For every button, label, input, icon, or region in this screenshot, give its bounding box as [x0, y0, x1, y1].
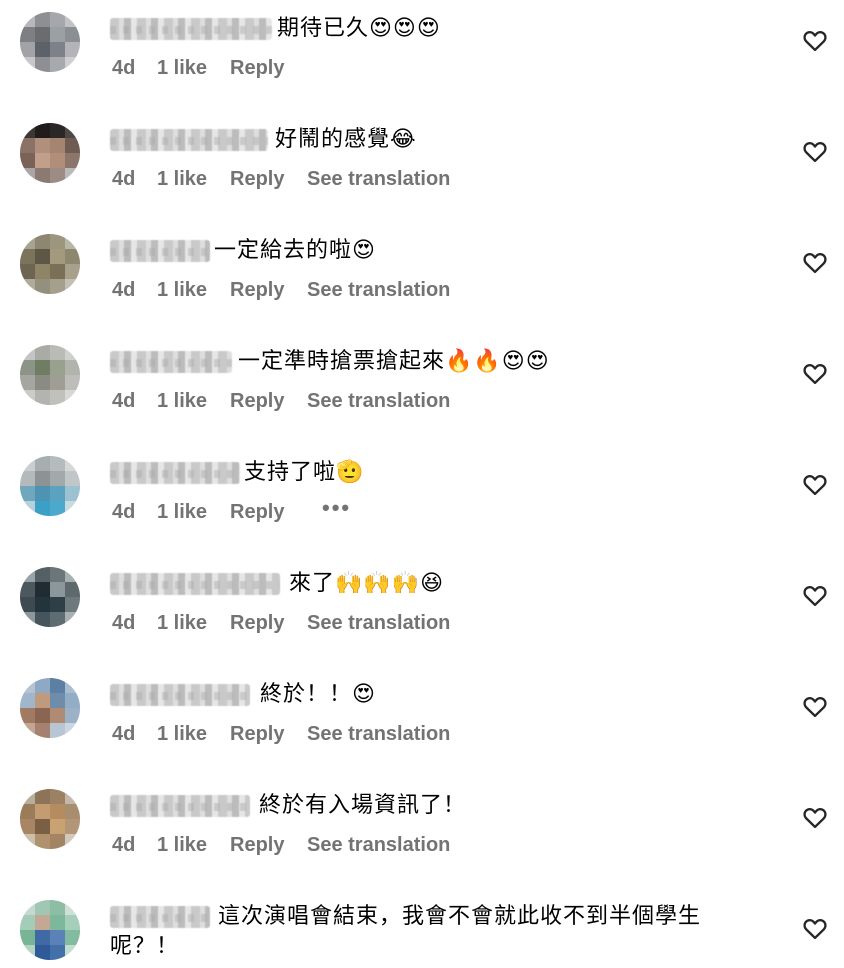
heart-outline-icon	[803, 252, 827, 274]
comments-list: 期待已久😍😍😍 4d 1 like Reply 好鬧的感覺😂 4d 1 like…	[0, 0, 844, 968]
username-redacted[interactable]	[110, 18, 272, 40]
avatar[interactable]	[20, 123, 80, 183]
username-redacted[interactable]	[110, 129, 268, 151]
username-redacted[interactable]	[110, 573, 280, 595]
comment-time: 4d	[112, 501, 136, 523]
likes-count[interactable]: 1 like	[157, 501, 207, 524]
likes-count[interactable]: 1 like	[157, 834, 207, 857]
comment-text: 終於！！😍	[260, 682, 376, 707]
heart-outline-icon	[803, 141, 827, 163]
reply-button[interactable]: Reply	[230, 390, 284, 413]
comment-text: 期待已久😍😍😍	[277, 16, 441, 41]
heart-outline-icon	[803, 807, 827, 829]
comment-time: 4d	[112, 168, 136, 190]
comment-text: 支持了啦🫡	[244, 460, 365, 485]
avatar[interactable]	[20, 678, 80, 738]
comment-time: 4d	[112, 57, 136, 79]
avatar[interactable]	[20, 12, 80, 72]
more-options-icon[interactable]: •••	[322, 495, 351, 521]
username-redacted[interactable]	[110, 240, 210, 262]
heart-outline-icon	[803, 474, 827, 496]
comment-text: 來了🙌🙌🙌😆	[289, 571, 445, 596]
reply-button[interactable]: Reply	[230, 168, 284, 191]
avatar[interactable]	[20, 345, 80, 405]
reply-button[interactable]: Reply	[230, 612, 284, 635]
avatar[interactable]	[20, 789, 80, 849]
see-translation-button[interactable]: See translation	[307, 168, 450, 191]
comment-item: 這次演唱會結束，我會不會就此收不到半個學生呢？！	[0, 888, 844, 968]
avatar[interactable]	[20, 456, 80, 516]
see-translation-button[interactable]: See translation	[307, 834, 450, 857]
comment-item: 支持了啦🫡 4d 1 like Reply •••	[0, 444, 844, 555]
avatar[interactable]	[20, 567, 80, 627]
avatar[interactable]	[20, 900, 80, 960]
see-translation-button[interactable]: See translation	[307, 723, 450, 746]
reply-button[interactable]: Reply	[230, 723, 284, 746]
reply-button[interactable]: Reply	[230, 501, 284, 524]
like-button[interactable]	[801, 914, 829, 942]
comment-time: 4d	[112, 723, 136, 745]
username-redacted[interactable]	[110, 351, 232, 373]
heart-outline-icon	[803, 30, 827, 52]
reply-button[interactable]: Reply	[230, 834, 284, 857]
comment-item: 好鬧的感覺😂 4d 1 like Reply See translation	[0, 111, 844, 222]
likes-count[interactable]: 1 like	[157, 390, 207, 413]
see-translation-button[interactable]: See translation	[307, 390, 450, 413]
likes-count[interactable]: 1 like	[157, 279, 207, 302]
like-button[interactable]	[801, 248, 829, 276]
like-button[interactable]	[801, 581, 829, 609]
like-button[interactable]	[801, 803, 829, 831]
likes-count[interactable]: 1 like	[157, 723, 207, 746]
likes-count[interactable]: 1 like	[157, 57, 207, 80]
likes-count[interactable]: 1 like	[157, 168, 207, 191]
comment-time: 4d	[112, 390, 136, 412]
avatar[interactable]	[20, 234, 80, 294]
comment-item: 一定給去的啦😍 4d 1 like Reply See translation	[0, 222, 844, 333]
like-button[interactable]	[801, 26, 829, 54]
heart-outline-icon	[803, 585, 827, 607]
comment-text: 這次演唱會結束，我會不會就此收不到半個學生呢？！	[110, 904, 702, 959]
comment-text: 一定給去的啦😍	[214, 238, 376, 263]
comment-text: 終於有入場資訊了！	[259, 793, 467, 818]
comment-time: 4d	[112, 834, 136, 856]
comment-item: 來了🙌🙌🙌😆 4d 1 like Reply See translation	[0, 555, 844, 666]
like-button[interactable]	[801, 359, 829, 387]
heart-outline-icon	[803, 918, 827, 940]
comment-item: 終於有入場資訊了！ 4d 1 like Reply See translatio…	[0, 777, 844, 888]
comment-item: 一定準時搶票搶起來🔥🔥😍😍 4d 1 like Reply See transl…	[0, 333, 844, 444]
comment-text: 好鬧的感覺😂	[275, 127, 417, 152]
comment-text: 一定準時搶票搶起來🔥🔥😍😍	[238, 349, 550, 374]
likes-count[interactable]: 1 like	[157, 612, 207, 635]
like-button[interactable]	[801, 137, 829, 165]
like-button[interactable]	[801, 692, 829, 720]
heart-outline-icon	[803, 363, 827, 385]
comment-item: 期待已久😍😍😍 4d 1 like Reply	[0, 0, 844, 111]
comment-time: 4d	[112, 279, 136, 301]
username-redacted[interactable]	[110, 795, 250, 817]
see-translation-button[interactable]: See translation	[307, 612, 450, 635]
reply-button[interactable]: Reply	[230, 279, 284, 302]
comment-item: 終於！！😍 4d 1 like Reply See translation	[0, 666, 844, 777]
see-translation-button[interactable]: See translation	[307, 279, 450, 302]
username-redacted[interactable]	[110, 684, 250, 706]
like-button[interactable]	[801, 470, 829, 498]
username-redacted[interactable]	[110, 462, 240, 484]
heart-outline-icon	[803, 696, 827, 718]
comment-time: 4d	[112, 612, 136, 634]
reply-button[interactable]: Reply	[230, 57, 284, 80]
